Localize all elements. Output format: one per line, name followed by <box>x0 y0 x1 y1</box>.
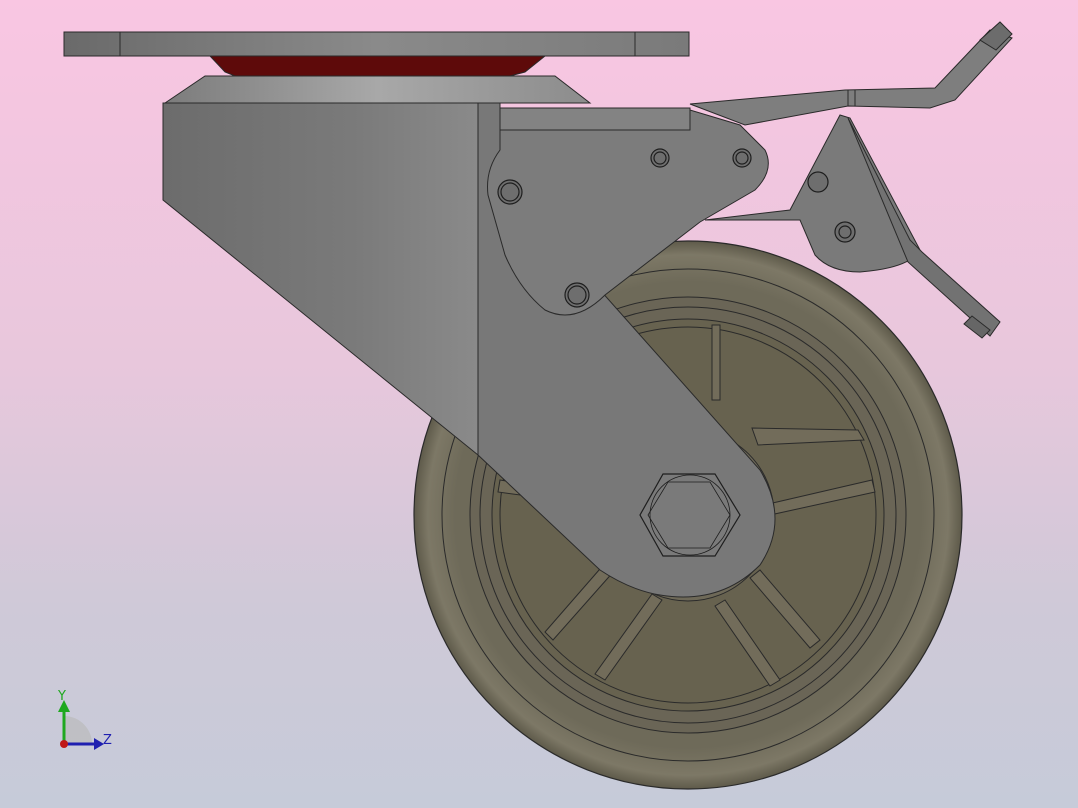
hole-6 <box>834 221 856 243</box>
z-axis-label: Z <box>103 733 112 748</box>
fork-body[interactable] <box>162 102 479 457</box>
y-axis-label: Y <box>57 689 66 704</box>
cad-viewport[interactable]: Y Z <box>0 0 1078 808</box>
coordinate-triad: Y Z <box>57 689 112 750</box>
fork-top-bevel <box>163 75 592 104</box>
caster-model[interactable]: Y Z <box>0 0 1078 808</box>
top-plate[interactable] <box>63 31 690 57</box>
x-axis-dot <box>60 740 68 748</box>
hole-5 <box>807 171 829 193</box>
brake-bracket-top <box>499 107 691 131</box>
brake-lever[interactable] <box>689 21 1013 126</box>
triad-arc <box>64 716 92 744</box>
